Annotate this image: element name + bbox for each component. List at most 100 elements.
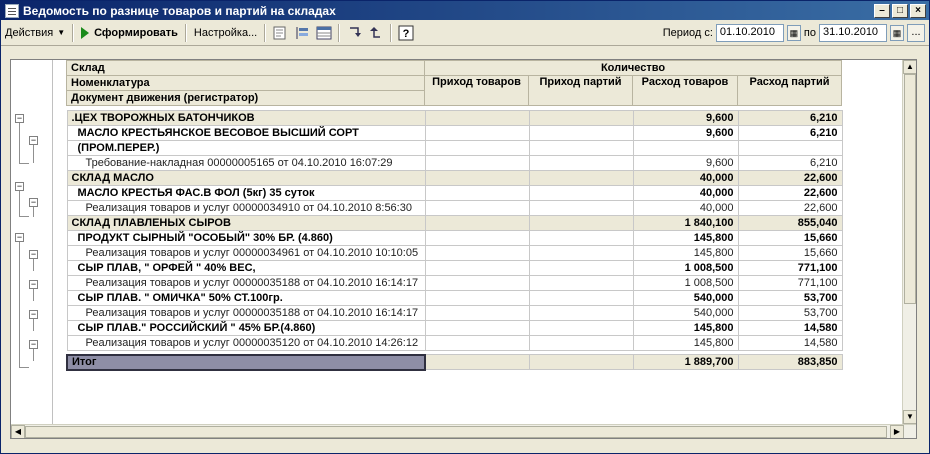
out-batches-cell: 22,600 — [737, 200, 843, 216]
scroll-up-icon[interactable]: ▲ — [903, 60, 916, 74]
document-row[interactable]: Реализация товаров и услуг 00000035188 о… — [66, 275, 843, 291]
out-goods-cell: 1 840,100 — [632, 215, 739, 231]
vertical-scrollbar[interactable]: ▲ ▼ — [902, 60, 916, 424]
actions-label: Действия — [5, 26, 54, 39]
in-batches-cell — [528, 320, 634, 336]
out-goods-cell: 9,600 — [632, 110, 739, 126]
collapse-item-icon[interactable]: − — [29, 310, 38, 319]
calendar-to-icon[interactable]: ▦ — [890, 24, 904, 41]
out-batches-cell: 15,660 — [737, 245, 843, 261]
collapse-item-icon[interactable]: − — [29, 198, 38, 207]
document-row[interactable]: Требование-накладная 00000005165 от 04.1… — [66, 155, 843, 171]
toolbar-separator — [184, 23, 187, 42]
generate-button[interactable]: Сформировать — [77, 23, 182, 43]
out-batches-cell: 855,040 — [737, 215, 843, 231]
out-batches-cell: 14,580 — [737, 320, 843, 336]
nomenclature-row[interactable]: СЫР ПЛАВ." РОССИЙСКИЙ " 45% БР.(4.860) 14… — [66, 320, 843, 336]
collapse-group-icon[interactable]: − — [15, 114, 24, 123]
collapse-group-icon[interactable]: − — [15, 182, 24, 191]
collapse-all-icon[interactable] — [346, 25, 362, 41]
out-goods-cell: 540,000 — [632, 290, 739, 306]
scroll-right-icon[interactable]: ▶ — [890, 425, 904, 438]
horizontal-scrollbar[interactable]: ◀ ▶ — [11, 424, 916, 438]
scroll-thumb[interactable] — [904, 74, 916, 304]
period-from-input[interactable]: 01.10.2010 — [715, 23, 784, 42]
nomenclature-row[interactable]: ПРОДУКТ СЫРНЫЙ "ОСОБЫЙ" 30% БР. (4.860) 1… — [66, 230, 843, 246]
out-goods-cell: 145,800 — [632, 335, 739, 351]
in-goods-cell — [424, 245, 530, 261]
report-window: Ведомость по разнице товаров и партий на… — [0, 0, 930, 454]
warehouse-row[interactable]: СКЛАД ПЛАВЛЕНЫХ СЫРОВ 1 840,100 855,040 — [66, 215, 843, 231]
collapse-group-icon[interactable]: − — [15, 233, 24, 242]
warehouse-row[interactable]: СКЛАД МАСЛО 40,000 22,600 — [66, 170, 843, 186]
edit-report-icon[interactable] — [272, 25, 288, 41]
total-row[interactable]: Итог 1 889,700 883,850 — [66, 353, 843, 371]
play-icon — [81, 26, 90, 39]
expand-all-icon[interactable] — [368, 25, 384, 41]
row-name: СЫР ПЛАВ, " ОРФЕЙ " 40% ВЕС, — [66, 260, 426, 276]
report-icon — [5, 3, 19, 18]
document-row[interactable]: Реализация товаров и услуг 00000034961 о… — [66, 245, 843, 261]
row-name: МАСЛО КРЕСТЬЯНСКОЕ ВЕСОВОЕ ВЫСШИЙ СОРТ — [66, 125, 426, 141]
in-goods-cell — [424, 200, 530, 216]
report-grid[interactable]: − − − − − − − − − Склад Количество Номен… — [10, 59, 917, 439]
out-goods-cell: 40,000 — [632, 185, 739, 201]
collapse-item-icon[interactable]: − — [29, 340, 38, 349]
out-goods-cell: 540,000 — [632, 305, 739, 321]
table-view-icon[interactable] — [316, 25, 332, 41]
nomenclature-row[interactable]: МАСЛО КРЕСТЬЯ ФАС.В ФОЛ (5кг) 35 суток 40… — [66, 185, 843, 201]
actions-menu[interactable]: Действия ▼ — [1, 23, 69, 43]
out-batches-cell: 6,210 — [737, 110, 843, 126]
nomenclature-row[interactable]: СЫР ПЛАВ, " ОРФЕЙ " 40% ВЕС, 1 008,500 771… — [66, 260, 843, 276]
close-button[interactable]: × — [910, 3, 926, 18]
in-batches-cell — [528, 335, 634, 351]
maximize-button[interactable]: □ — [892, 3, 908, 18]
help-icon[interactable]: ? — [398, 25, 414, 41]
document-row[interactable]: Реализация товаров и услуг 00000034910 о… — [66, 200, 843, 216]
out-goods-cell: 1 008,500 — [632, 275, 739, 291]
collapse-item-icon[interactable]: − — [29, 136, 38, 145]
row-name: МАСЛО КРЕСТЬЯ ФАС.В ФОЛ (5кг) 35 суток — [66, 185, 426, 201]
scroll-down-icon[interactable]: ▼ — [903, 410, 916, 424]
calendar-from-icon[interactable]: ▦ — [786, 24, 801, 41]
nomenclature-row[interactable]: СЫР ПЛАВ. " ОМИЧКА" 50% СТ.100гр. 540,000… — [66, 290, 843, 306]
in-goods-cell — [424, 125, 530, 141]
collapse-item-icon[interactable]: − — [29, 280, 38, 289]
header-out-goods: Расход товаров — [632, 75, 738, 106]
more-options-button[interactable]: ... — [907, 23, 925, 42]
in-batches-cell — [528, 140, 634, 156]
warehouse-row[interactable]: .ЦЕХ ТВОРОЖНЫХ БАТОНЧИКОВ 9,600 6,210 — [66, 110, 843, 126]
out-goods-cell — [632, 140, 739, 156]
out-goods-cell: 40,000 — [632, 170, 739, 186]
dropdown-arrow-icon: ▼ — [57, 28, 66, 37]
row-name: Требование-накладная 00000005165 от 04.1… — [66, 155, 426, 171]
settings-button[interactable]: Настройка... — [190, 23, 261, 43]
header-warehouse: Склад — [66, 60, 425, 76]
out-batches-cell: 53,700 — [737, 290, 843, 306]
out-goods-cell: 40,000 — [632, 200, 739, 216]
in-batches-cell — [528, 125, 634, 141]
out-goods-cell: 9,600 — [632, 155, 739, 171]
nomenclature-row[interactable]: (ПРОМ.ПЕРЕР.) — [66, 140, 843, 156]
in-batches-cell — [528, 230, 634, 246]
row-name: Реализация товаров и услуг 00000034961 о… — [66, 245, 426, 261]
in-batches-cell — [528, 170, 634, 186]
document-row[interactable]: Реализация товаров и услуг 00000035188 о… — [66, 305, 843, 321]
header-in-goods: Приход товаров — [424, 75, 529, 106]
settings-label: Настройка... — [193, 26, 258, 39]
in-goods-cell — [424, 215, 530, 231]
document-row[interactable]: Реализация товаров и услуг 00000035120 о… — [66, 335, 843, 351]
period-to-input[interactable]: 31.10.2010 — [819, 23, 887, 42]
toolbar-separator — [390, 23, 393, 42]
scroll-thumb-horizontal[interactable] — [25, 426, 887, 438]
scroll-left-icon[interactable]: ◀ — [11, 425, 25, 438]
nomenclature-row[interactable]: МАСЛО КРЕСТЬЯНСКОЕ ВЕСОВОЕ ВЫСШИЙ СОРТ 9,… — [66, 125, 843, 141]
grouping-tree: − − − − − − − − − — [11, 60, 53, 438]
in-goods-cell — [424, 305, 530, 321]
collapse-item-icon[interactable]: − — [29, 250, 38, 259]
minimize-button[interactable]: – — [874, 3, 890, 18]
row-name: Реализация товаров и услуг 00000035120 о… — [66, 335, 426, 351]
out-batches-cell: 6,210 — [737, 125, 843, 141]
out-batches-cell: 14,580 — [737, 335, 843, 351]
group-fields-icon[interactable] — [294, 25, 310, 41]
